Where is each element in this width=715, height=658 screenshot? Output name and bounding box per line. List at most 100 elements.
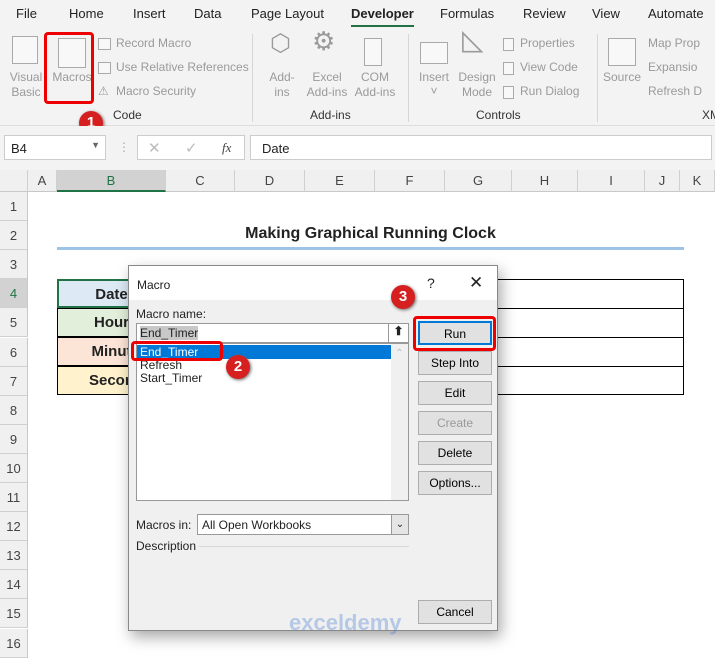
macros-in-label: Macros in: — [136, 518, 192, 532]
addins-button[interactable]: Add-ins — [266, 70, 298, 100]
collapse-icon[interactable]: ⬆ — [388, 324, 408, 342]
column-header[interactable]: G — [445, 170, 512, 192]
row-header[interactable]: 11 — [0, 483, 28, 512]
close-icon[interactable]: ✕ — [469, 273, 483, 293]
cancel-icon[interactable]: ✕ — [148, 139, 161, 157]
design-mode-button[interactable]: Design Mode — [456, 70, 498, 100]
source-button[interactable]: Source — [602, 70, 642, 85]
design-mode-icon: ◺ — [462, 24, 484, 55]
visual-basic-button[interactable]: Visual Basic — [8, 70, 44, 100]
row-header[interactable]: 12 — [0, 512, 28, 542]
warning-icon: ⚠ — [98, 84, 109, 98]
toolbox-icon — [420, 42, 448, 64]
watermark-name: exceldemy — [289, 610, 402, 635]
macro-dialog: Macro ? ✕ Macro name: End_Timer ⬆ End_Ti… — [128, 265, 498, 635]
row-header[interactable]: 6 — [0, 337, 28, 367]
tab-file[interactable]: File — [16, 6, 37, 21]
group-label-code: Code — [113, 108, 142, 122]
row-header[interactable]: 4 — [0, 279, 28, 309]
dialog-title: Macro — [137, 278, 171, 292]
title-underline — [57, 247, 684, 250]
divider — [597, 34, 598, 122]
column-header[interactable]: I — [578, 170, 645, 192]
run-dialog-icon — [503, 86, 514, 99]
column-header[interactable]: B — [57, 170, 166, 192]
run-dialog-button[interactable]: Run Dialog — [520, 84, 579, 99]
insert-control-button[interactable]: Insert — [416, 70, 452, 85]
macro-name-input[interactable]: End_Timer ⬆ — [136, 323, 409, 343]
record-macro-icon — [98, 38, 111, 50]
select-all-corner[interactable] — [0, 170, 28, 192]
row-header[interactable]: 7 — [0, 366, 28, 396]
column-header[interactable]: J — [645, 170, 680, 192]
properties-button[interactable]: Properties — [520, 36, 575, 51]
row-header[interactable]: 8 — [0, 395, 28, 425]
column-header[interactable]: H — [512, 170, 578, 192]
options-button[interactable]: Options... — [418, 471, 492, 495]
column-header[interactable]: C — [166, 170, 235, 192]
edit-button[interactable]: Edit — [418, 381, 492, 405]
row-header[interactable]: 1 — [0, 192, 28, 221]
row-header[interactable]: 15 — [0, 599, 28, 629]
row-header[interactable]: 16 — [0, 628, 28, 658]
macro-security-button[interactable]: Macro Security — [116, 84, 196, 99]
macros-in-select[interactable]: All Open Workbooks ⌄ — [197, 514, 409, 535]
tab-automate[interactable]: Automate — [648, 6, 704, 21]
use-relative-references-button[interactable]: Use Relative References — [116, 60, 249, 75]
step-into-button[interactable]: Step Into — [418, 351, 492, 375]
macro-name-value: End_Timer — [140, 326, 199, 340]
divider — [408, 34, 409, 122]
create-button[interactable]: Create — [418, 411, 492, 435]
source-icon — [608, 38, 636, 66]
help-button[interactable]: ? — [427, 275, 435, 291]
ribbon-tabs: File Home Insert Data Page Layout Develo… — [0, 0, 715, 28]
tab-formulas[interactable]: Formulas — [440, 6, 494, 21]
row-header[interactable]: 9 — [0, 424, 28, 454]
tab-home[interactable]: Home — [69, 6, 104, 21]
list-item[interactable]: Start_Timer — [140, 371, 202, 385]
row-header[interactable]: 13 — [0, 541, 28, 571]
expansion-packs-button[interactable]: Expansio — [648, 60, 697, 75]
dialog-titlebar: Macro ? ✕ — [129, 266, 497, 300]
check-icon[interactable]: ✓ — [185, 139, 198, 157]
fx-icon[interactable]: fx — [222, 140, 231, 156]
group-label-controls: Controls — [476, 108, 521, 122]
view-code-button[interactable]: View Code — [520, 60, 578, 75]
com-addins-button[interactable]: COM Add-ins — [352, 70, 398, 100]
tab-developer[interactable]: Developer — [351, 6, 414, 27]
row-header[interactable]: 3 — [0, 250, 28, 280]
more-icon: ⋮ — [118, 140, 130, 154]
excel-addins-button[interactable]: Excel Add-ins — [304, 70, 350, 100]
cancel-button[interactable]: Cancel — [418, 600, 492, 624]
tab-data[interactable]: Data — [194, 6, 221, 21]
tab-review[interactable]: Review — [523, 6, 566, 21]
highlight-macros — [44, 32, 94, 104]
column-header[interactable]: D — [235, 170, 305, 192]
description-label: Description — [136, 539, 197, 553]
formula-input[interactable]: Date — [250, 135, 712, 160]
highlight-run — [413, 316, 496, 351]
column-header[interactable]: A — [28, 170, 57, 192]
map-properties-button[interactable]: Map Prop — [648, 36, 700, 51]
macro-name-label: Macro name: — [136, 307, 207, 321]
row-header[interactable]: 14 — [0, 570, 28, 600]
delete-button[interactable]: Delete — [418, 441, 492, 465]
row-header[interactable]: 10 — [0, 453, 28, 483]
column-header[interactable]: F — [375, 170, 445, 192]
refresh-data-button[interactable]: Refresh D — [648, 84, 702, 99]
chevron-down-icon: ⌄ — [391, 515, 408, 534]
gear-icon: ⚙ — [312, 26, 336, 56]
tab-insert[interactable]: Insert — [133, 6, 166, 21]
row-header[interactable]: 5 — [0, 308, 28, 338]
tab-view[interactable]: View — [592, 6, 620, 21]
scrollbar[interactable]: ⌃ — [391, 344, 408, 500]
tab-page-layout[interactable]: Page Layout — [251, 6, 324, 21]
macro-list[interactable]: End_Timer Refresh Start_Timer ⌃ — [136, 343, 409, 501]
name-box[interactable]: B4 ▼ — [4, 135, 106, 160]
column-header[interactable]: K — [680, 170, 715, 192]
formula-bar: B4 ▼ ⋮ ✕ ✓ fx Date — [0, 126, 715, 170]
record-macro-button[interactable]: Record Macro — [116, 36, 191, 51]
column-header[interactable]: E — [305, 170, 375, 192]
row-header[interactable]: 2 — [0, 221, 28, 251]
divider — [252, 34, 253, 122]
